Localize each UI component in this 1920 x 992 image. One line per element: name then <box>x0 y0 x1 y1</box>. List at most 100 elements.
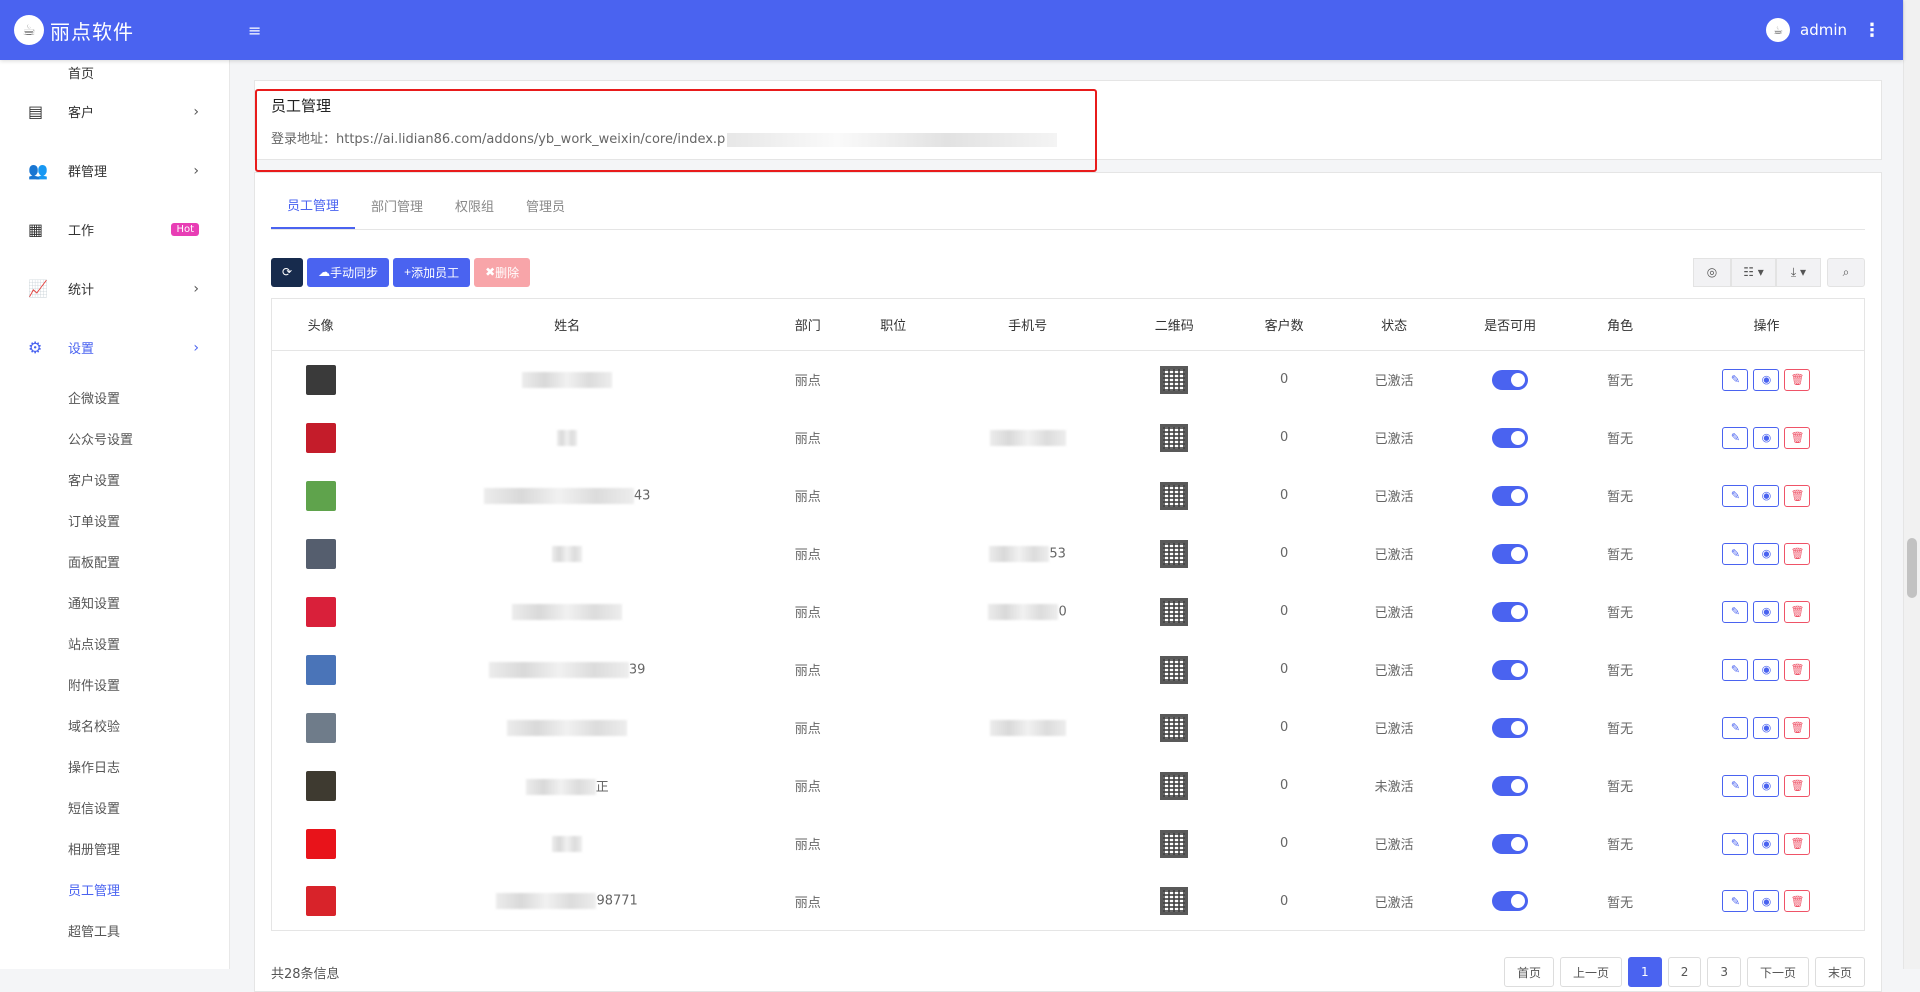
enabled-toggle[interactable] <box>1492 833 1529 854</box>
bind-button[interactable]: ◉ <box>1753 368 1780 391</box>
page-button[interactable]: 下一页 <box>1746 957 1809 987</box>
enabled-toggle[interactable] <box>1492 659 1529 680</box>
qr-code-icon[interactable] <box>1160 655 1189 684</box>
sidebar-subitem[interactable]: 域名校验 <box>0 705 229 746</box>
user-avatar-icon[interactable]: ☕ <box>1766 18 1790 42</box>
sidebar-subitem[interactable]: 面板配置 <box>0 541 229 582</box>
delete-row-button[interactable]: 🗑 <box>1784 600 1811 623</box>
sidebar-item-0[interactable]: ▤ 客户 › <box>0 82 229 141</box>
bind-button[interactable]: ◉ <box>1753 832 1780 855</box>
sidebar-subitem[interactable]: 通知设置 <box>0 582 229 623</box>
edit-button[interactable]: ✎ <box>1722 368 1749 391</box>
bind-button[interactable]: ◉ <box>1753 890 1780 913</box>
brand[interactable]: ☕ 丽点软件 <box>0 0 230 60</box>
user-menu[interactable]: ☕ admin ⋮ <box>1766 18 1903 42</box>
enabled-toggle[interactable] <box>1492 369 1529 390</box>
qr-code-icon[interactable] <box>1160 365 1189 394</box>
sidebar-subitem[interactable]: 公众号设置 <box>0 418 229 459</box>
columns-button[interactable]: ☷ ▾ <box>1731 257 1776 287</box>
export-button[interactable]: ⤓ ▾ <box>1776 257 1821 287</box>
sidebar-subitem[interactable]: 企微设置 <box>0 377 229 418</box>
add-staff-button[interactable]: + 添加员工 <box>393 257 471 287</box>
sidebar-subitem[interactable]: 员工管理 <box>0 869 229 910</box>
qr-code-icon[interactable] <box>1160 423 1189 452</box>
delete-row-button[interactable]: 🗑 <box>1784 832 1811 855</box>
edit-button[interactable]: ✎ <box>1722 484 1749 507</box>
page-button[interactable]: 首页 <box>1504 957 1555 987</box>
delete-row-button[interactable]: 🗑 <box>1784 542 1811 565</box>
delete-row-button[interactable]: 🗑 <box>1784 890 1811 913</box>
delete-row-button[interactable]: 🗑 <box>1784 658 1811 681</box>
tab-0[interactable]: 员工管理 <box>271 181 356 229</box>
qr-code-icon[interactable] <box>1160 829 1189 858</box>
qr-code-icon[interactable] <box>1160 713 1189 742</box>
edit-button[interactable]: ✎ <box>1722 890 1749 913</box>
enabled-toggle[interactable] <box>1492 891 1529 912</box>
search-button[interactable]: ⌕ <box>1827 257 1865 287</box>
more-vertical-icon[interactable]: ⋮ <box>1863 20 1881 41</box>
page-button[interactable]: 3 <box>1707 957 1741 987</box>
scroll-thumb[interactable] <box>1907 538 1917 598</box>
sidebar-item-2[interactable]: ▦ 工作 Hot <box>0 200 229 259</box>
sidebar-subitem[interactable]: 超管工具 <box>0 910 229 951</box>
tab-1[interactable]: 部门管理 <box>355 181 439 229</box>
bind-button[interactable]: ◉ <box>1753 600 1780 623</box>
enabled-toggle[interactable] <box>1492 775 1529 796</box>
edit-button[interactable]: ✎ <box>1722 832 1749 855</box>
toggle-view-button[interactable]: ◎ <box>1693 257 1731 287</box>
page-button[interactable]: 2 <box>1667 957 1702 987</box>
qr-code-icon[interactable] <box>1160 539 1189 568</box>
sidebar-subitem[interactable]: 相册管理 <box>0 828 229 869</box>
edit-button[interactable]: ✎ <box>1722 542 1749 565</box>
page-button[interactable]: 1 <box>1628 957 1662 987</box>
delete-button[interactable]: ✖ 删除 <box>474 257 531 287</box>
delete-row-button[interactable]: 🗑 <box>1784 774 1811 797</box>
edit-button[interactable]: ✎ <box>1722 426 1749 449</box>
bind-button[interactable]: ◉ <box>1753 774 1780 797</box>
bind-button[interactable]: ◉ <box>1753 426 1780 449</box>
enabled-toggle[interactable] <box>1492 485 1529 506</box>
qr-code-icon[interactable] <box>1160 887 1189 916</box>
qr-code-icon[interactable] <box>1160 481 1189 510</box>
delete-row-button[interactable]: 🗑 <box>1784 368 1811 391</box>
user-name[interactable]: admin <box>1800 21 1847 39</box>
delete-row-button[interactable]: 🗑 <box>1784 716 1811 739</box>
bind-button[interactable]: ◉ <box>1753 716 1780 739</box>
sidebar-item-1[interactable]: 👥 群管理 › <box>0 141 229 200</box>
enabled-toggle[interactable] <box>1492 427 1529 448</box>
enabled-toggle[interactable] <box>1492 543 1529 564</box>
sidebar-item-4[interactable]: ⚙ 设置 › <box>0 318 229 377</box>
tab-3[interactable]: 管理员 <box>510 181 581 229</box>
edit-button[interactable]: ✎ <box>1722 774 1749 797</box>
page-scrollbar[interactable] <box>1903 0 1920 969</box>
row-actions: ✎ ◉ 🗑 <box>1669 774 1864 797</box>
page-button[interactable]: 末页 <box>1814 957 1865 987</box>
tab-2[interactable]: 权限组 <box>439 181 510 229</box>
sidebar-subitem[interactable]: 操作日志 <box>0 746 229 787</box>
sidebar-subitem[interactable]: 站点设置 <box>0 623 229 664</box>
refresh-button[interactable]: ⟳ <box>271 257 304 287</box>
manual-sync-button[interactable]: ☁ 手动同步 <box>307 257 390 287</box>
delete-row-button[interactable]: 🗑 <box>1784 484 1811 507</box>
sidebar-item-3[interactable]: 📈 统计 › <box>0 259 229 318</box>
sidebar-subitem[interactable]: 附件设置 <box>0 664 229 705</box>
delete-row-button[interactable]: 🗑 <box>1784 426 1811 449</box>
page-button[interactable]: 上一页 <box>1560 957 1623 987</box>
bind-button[interactable]: ◉ <box>1753 484 1780 507</box>
bind-button[interactable]: ◉ <box>1753 542 1780 565</box>
menu-toggle-icon[interactable]: ≡ <box>248 21 261 40</box>
edit-button[interactable]: ✎ <box>1722 716 1749 739</box>
sidebar-subitem[interactable]: 短信设置 <box>0 787 229 828</box>
login-url[interactable]: 登录地址：https://ai.lidian86.com/addons/yb_w… <box>271 128 1865 147</box>
sidebar-subitem[interactable]: 客户设置 <box>0 459 229 500</box>
enabled-toggle[interactable] <box>1492 717 1529 738</box>
edit-button[interactable]: ✎ <box>1722 600 1749 623</box>
trash-icon: 🗑 <box>1790 547 1805 560</box>
edit-button[interactable]: ✎ <box>1722 658 1749 681</box>
sidebar-subitem[interactable]: 订单设置 <box>0 500 229 541</box>
qr-code-icon[interactable] <box>1160 597 1189 626</box>
qr-code-icon[interactable] <box>1160 771 1189 800</box>
enabled-toggle[interactable] <box>1492 601 1529 622</box>
sidebar-item-partial[interactable]: 首页 <box>0 60 229 82</box>
bind-button[interactable]: ◉ <box>1753 658 1780 681</box>
